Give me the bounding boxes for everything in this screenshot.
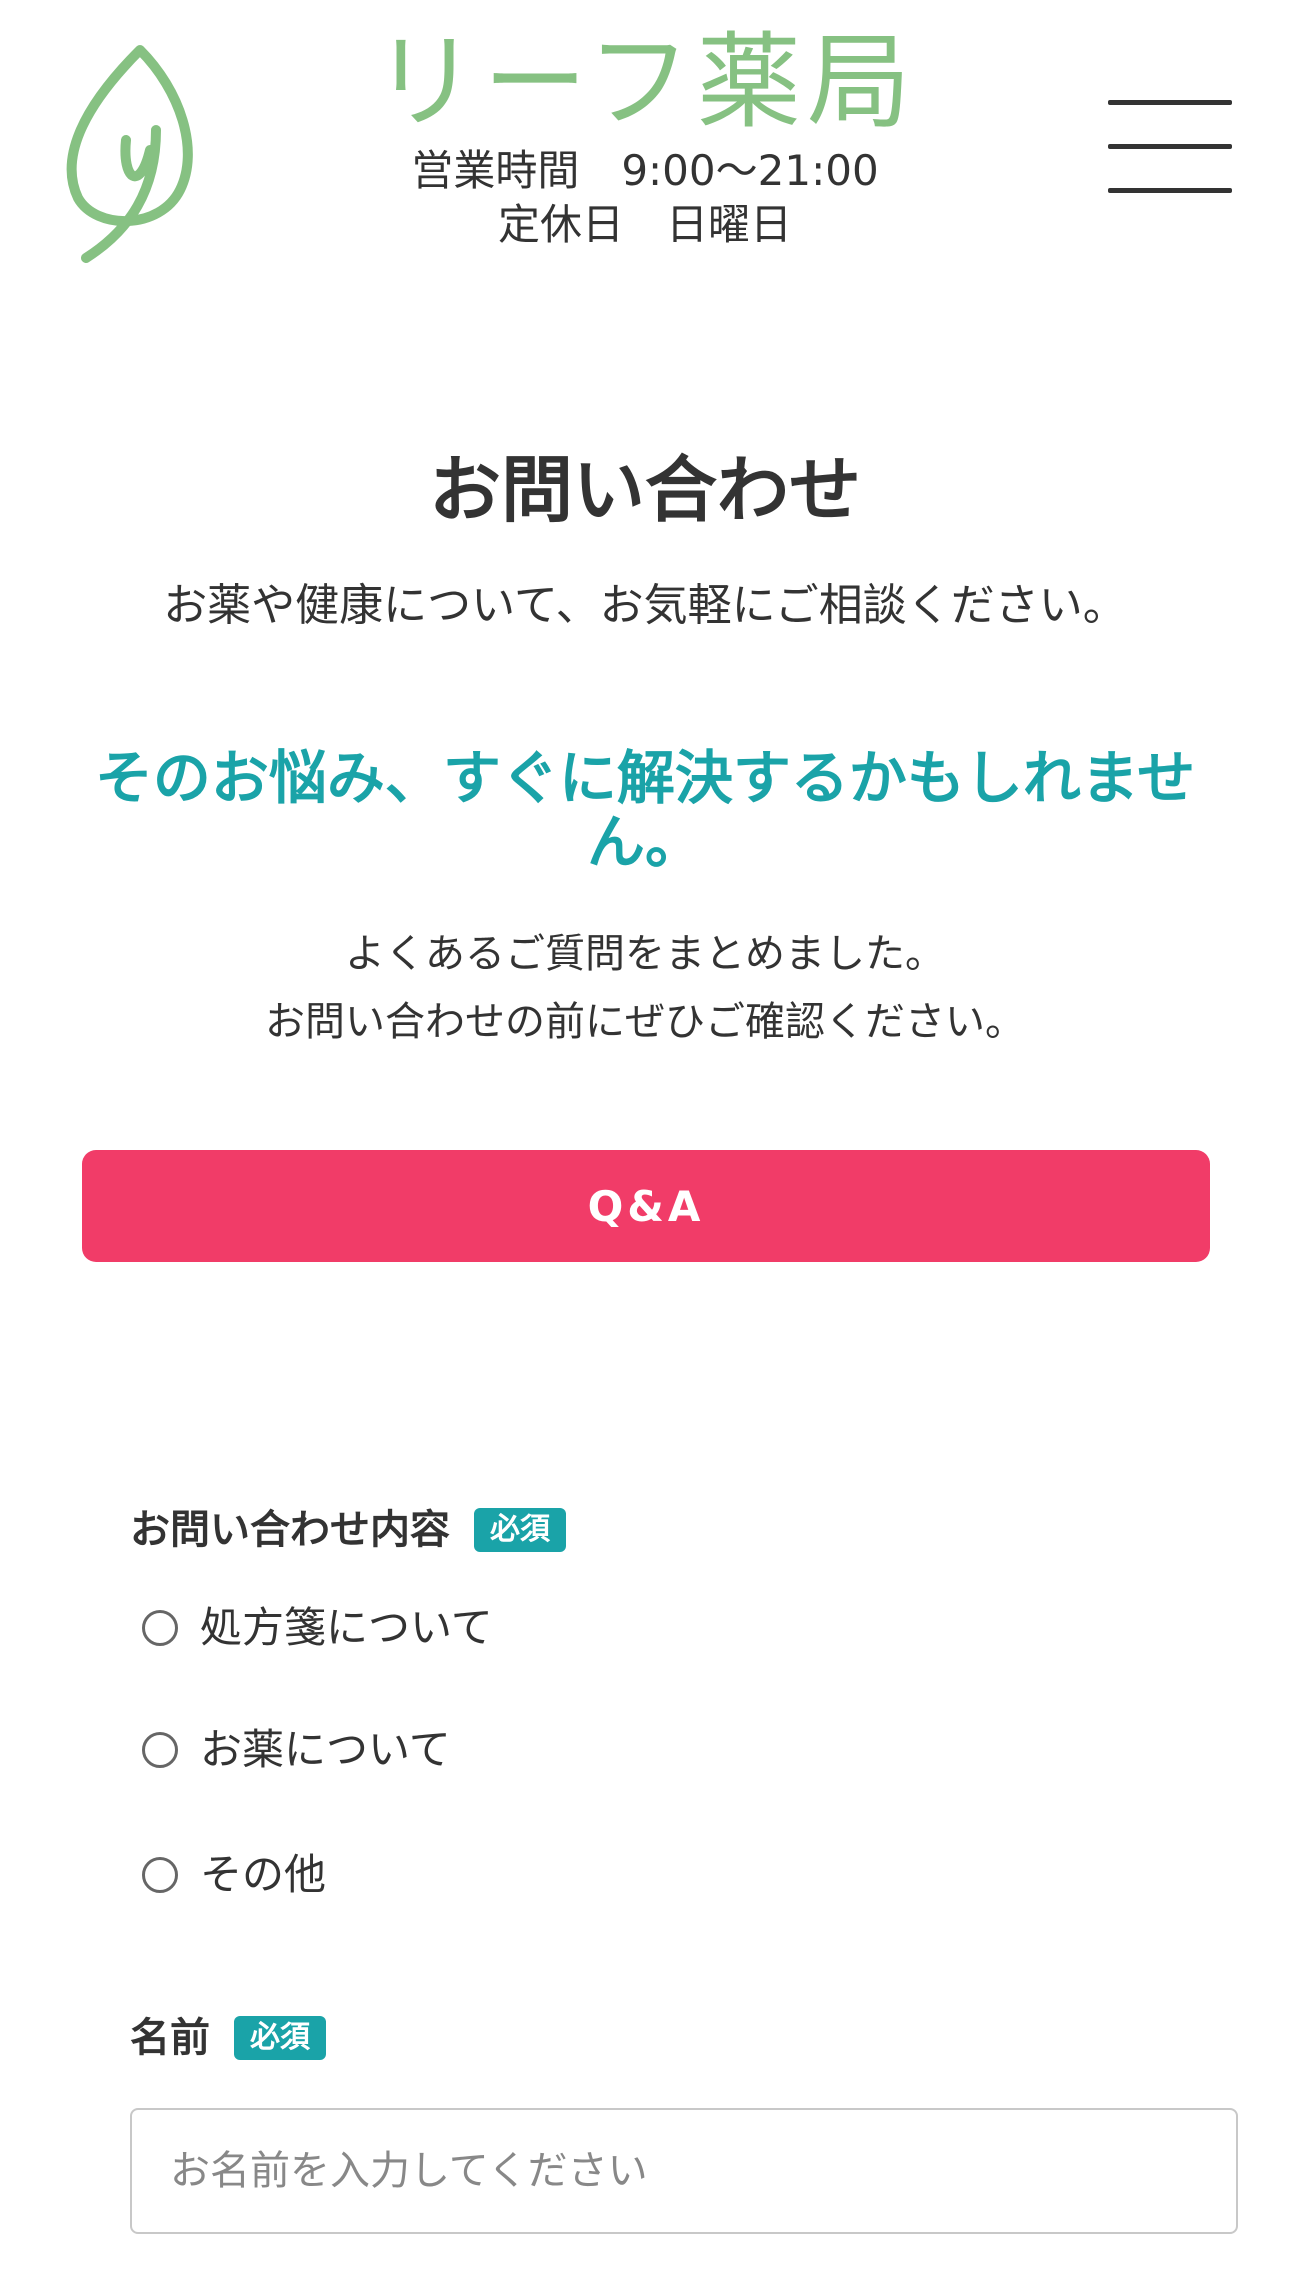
menu-bar [1108,100,1232,105]
leaf-icon[interactable] [60,30,210,270]
faq-description-line: お問い合わせの前にぜひご確認ください。 [265,999,1025,1045]
radio-option-other[interactable]: その他 [142,1845,326,1905]
page-title: お問い合わせ [428,448,861,532]
qa-button[interactable]: Q&A [82,1150,1210,1262]
radio-button[interactable] [142,1732,178,1768]
page-intro: お薬や健康について、お気軽にご相談ください。 [163,580,1127,631]
hamburger-menu-icon[interactable] [1108,100,1232,196]
menu-bar [1108,144,1232,149]
inquiry-type-label: お問い合わせ内容 [130,1507,450,1553]
required-badge: 必須 [474,1508,566,1552]
radio-option-label[interactable]: その他 [200,1845,326,1905]
page: リーフ薬局 営業時間 9:00〜21:00 定休日 日曜日 お問い合わせ お薬や… [0,0,1290,2293]
business-hours: 営業時間 9:00〜21:00 [411,146,879,195]
radio-button[interactable] [142,1857,178,1893]
radio-option-label[interactable]: お薬について [200,1720,451,1780]
radio-button[interactable] [142,1610,178,1646]
radio-option-medicine[interactable]: お薬について [142,1720,451,1780]
brand-block: リーフ薬局 営業時間 9:00〜21:00 定休日 日曜日 [345,20,945,252]
name-input[interactable] [130,2108,1238,2234]
closed-day: 定休日 日曜日 [497,200,792,249]
faq-description: よくあるご質問をまとめました。 お問い合わせの前にぜひご確認ください。 [0,920,1290,1056]
radio-option-prescription[interactable]: 処方箋について [142,1598,493,1658]
faq-heading: そのお悩み、すぐに解決するかもしれません。 [94,744,1196,876]
radio-option-label[interactable]: 処方箋について [200,1598,493,1658]
name-label: 名前 [130,2015,210,2061]
menu-bar [1108,188,1232,193]
faq-description-line: よくあるご質問をまとめました。 [345,931,945,977]
brand-name[interactable]: リーフ薬局 [345,20,945,144]
site-header: リーフ薬局 営業時間 9:00〜21:00 定休日 日曜日 [0,0,1290,280]
name-label-row: 名前 必須 [130,2008,326,2068]
inquiry-type-label-row: お問い合わせ内容 必須 [130,1500,566,1560]
required-badge: 必須 [234,2016,326,2060]
